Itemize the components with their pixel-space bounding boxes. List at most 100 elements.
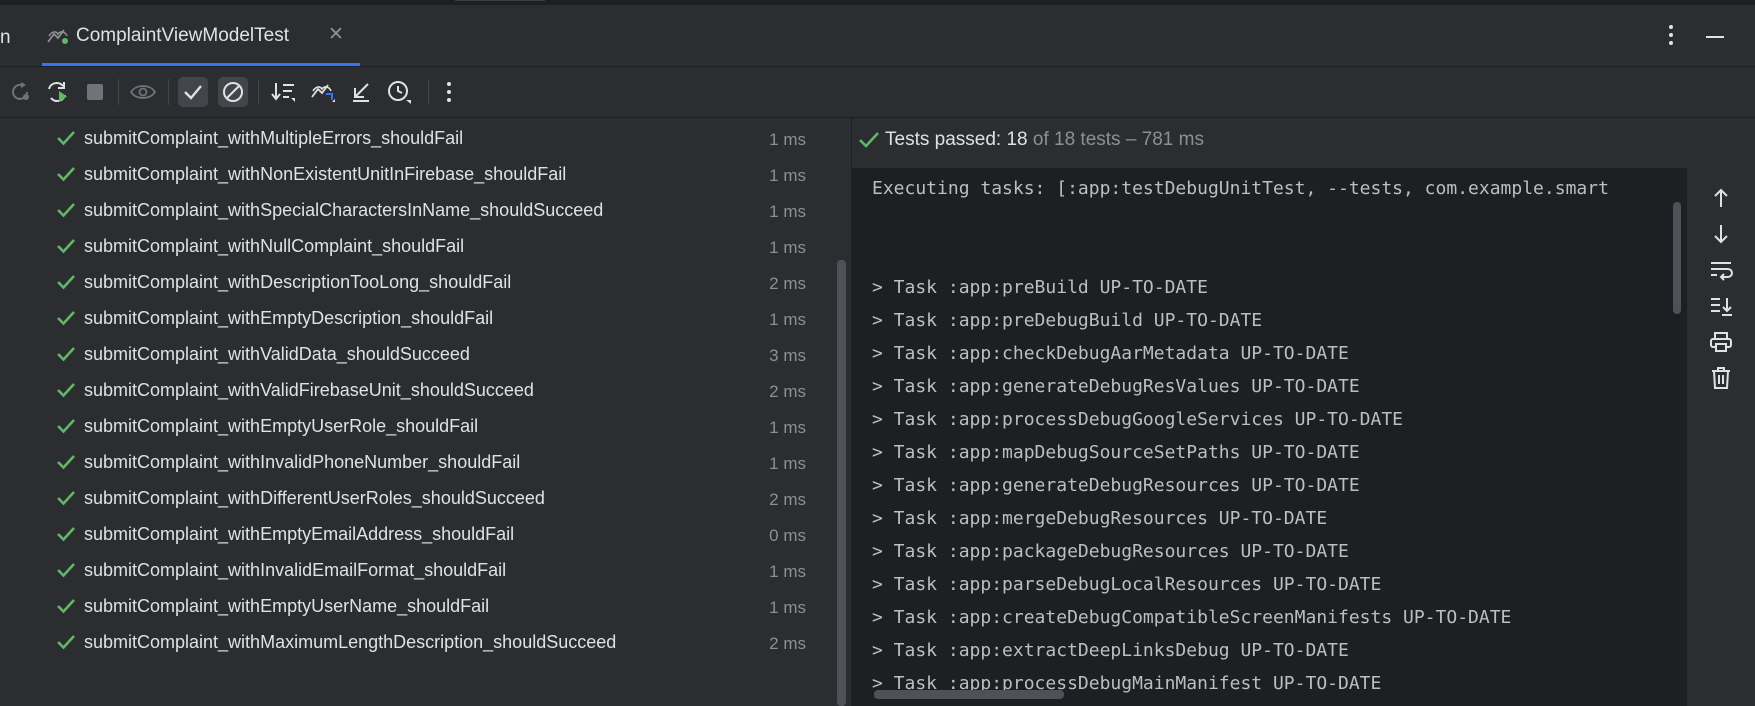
test-row[interactable]: submitComplaint_withEmptyUserRole_should… (0, 409, 840, 445)
scroll-to-end-icon[interactable] (1707, 292, 1735, 320)
console-line: > Task :app:preBuild UP-TO-DATE (872, 277, 1208, 298)
passed-check-icon (56, 309, 76, 332)
test-duration: 1 ms (769, 454, 806, 473)
print-icon[interactable] (1707, 328, 1735, 356)
test-row[interactable]: submitComplaint_withNonExistentUnitInFir… (0, 157, 840, 193)
test-name: submitComplaint_withEmptyDescription_sho… (84, 308, 494, 328)
console-line: > Task :app:preDebugBuild UP-TO-DATE (872, 310, 1263, 331)
history-icon[interactable] (384, 77, 414, 107)
tree-vertical-scrollbar[interactable] (837, 260, 846, 706)
passed-check-icon (56, 489, 76, 512)
test-name: submitComplaint_withSpecialCharactersInN… (84, 200, 604, 220)
console-vertical-scrollbar[interactable] (1673, 202, 1681, 314)
test-name: submitComplaint_withNonExistentUnitInFir… (84, 164, 567, 184)
test-row[interactable]: submitComplaint_withEmptyEmailAddress_sh… (0, 517, 840, 553)
passed-check-icon (56, 633, 76, 656)
minimize-icon[interactable] (1706, 36, 1724, 38)
soft-wrap-icon[interactable] (1707, 256, 1735, 284)
show-ignored-icon[interactable] (218, 77, 248, 107)
close-icon[interactable]: ✕ (328, 25, 344, 44)
test-row[interactable]: submitComplaint_withValidFirebaseUnit_sh… (0, 373, 840, 409)
test-row[interactable]: submitComplaint_withEmptyUserName_should… (0, 589, 840, 625)
test-row[interactable]: submitComplaint_withInvalidEmailFormat_s… (0, 553, 840, 589)
console-horizontal-scrollbar[interactable] (874, 690, 1064, 699)
test-name: submitComplaint_withDifferentUserRoles_s… (84, 488, 545, 508)
test-name: submitComplaint_withMultipleErrors_shoul… (84, 128, 464, 148)
test-row[interactable]: submitComplaint_withInvalidPhoneNumber_s… (0, 445, 840, 481)
console-line: > Task :app:extractDeepLinksDebug UP-TO-… (872, 640, 1349, 661)
partial-tab-label[interactable]: n (0, 27, 11, 49)
passed-check-icon (56, 417, 76, 440)
test-name: submitComplaint_withValidFirebaseUnit_sh… (84, 380, 534, 400)
test-duration: 1 ms (769, 238, 806, 257)
rerun-icon[interactable] (42, 77, 72, 107)
test-row[interactable]: submitComplaint_withNullComplaint_should… (0, 229, 840, 265)
test-name: submitComplaint_withValidData_shouldSucc… (84, 344, 470, 364)
console-line: > Task :app:packageDebugResources UP-TO-… (872, 541, 1349, 562)
passed-check-icon (858, 130, 880, 155)
more-icon[interactable] (434, 77, 464, 107)
test-name: submitComplaint_withEmptyUserName_should… (84, 596, 490, 616)
test-row[interactable]: submitComplaint_withSpecialCharactersInN… (0, 193, 840, 229)
eye-icon[interactable] (128, 77, 158, 107)
test-name: submitComplaint_withInvalidPhoneNumber_s… (84, 452, 521, 472)
test-summary-bar: Tests passed: 18 of 18 tests – 781 ms (852, 118, 1755, 168)
console-output[interactable]: Executing tasks: [:app:testDebugUnitTest… (852, 168, 1687, 706)
test-duration: 2 ms (769, 382, 806, 401)
test-duration: 1 ms (769, 202, 806, 221)
passed-check-icon (56, 345, 76, 368)
test-row[interactable]: submitComplaint_withMultipleErrors_shoul… (0, 121, 840, 157)
test-name: submitComplaint_withEmptyUserRole_should… (84, 416, 479, 436)
passed-check-icon (56, 453, 76, 476)
passed-check-icon (56, 237, 76, 260)
tool-window-tab-bar: n ComplaintViewModelTest ✕ (0, 5, 1755, 67)
passed-check-icon (56, 273, 76, 296)
show-passed-icon[interactable] (178, 77, 208, 107)
test-row[interactable]: submitComplaint_withEmptyDescription_sho… (0, 301, 840, 337)
test-row[interactable]: submitComplaint_withMaximumLengthDescrip… (0, 625, 840, 661)
console-line: > Task :app:processDebugGoogleServices U… (872, 409, 1404, 430)
test-results-tree: submitComplaint_withMultipleErrors_shoul… (0, 118, 851, 706)
console-line: > Task :app:createDebugCompatibleScreenM… (872, 607, 1512, 628)
stop-icon[interactable] (80, 77, 110, 107)
passed-check-icon (56, 129, 76, 152)
tab-title: ComplaintViewModelTest (76, 25, 289, 46)
console-line: > Task :app:mapDebugSourceSetPaths UP-TO… (872, 442, 1360, 463)
test-runner-toolbar (0, 67, 1755, 118)
test-name: submitComplaint_withInvalidEmailFormat_s… (84, 560, 507, 580)
clear-icon[interactable] (1707, 364, 1735, 392)
test-duration: 1 ms (769, 562, 806, 581)
more-options-icon[interactable] (1667, 22, 1675, 53)
test-name: submitComplaint_withMaximumLengthDescrip… (84, 632, 617, 652)
import-tests-icon[interactable] (308, 77, 338, 107)
test-name: submitComplaint_withEmptyEmailAddress_sh… (84, 524, 515, 544)
console-line: > Task :app:mergeDebugResources UP-TO-DA… (872, 508, 1328, 529)
passed-check-icon (56, 525, 76, 548)
test-duration: 1 ms (769, 130, 806, 149)
test-duration: 2 ms (769, 634, 806, 653)
console-line: > Task :app:generateDebugResources UP-TO… (872, 475, 1360, 496)
test-row[interactable]: submitComplaint_withDifferentUserRoles_s… (0, 481, 840, 517)
test-summary-text: Tests passed: 18 of 18 tests – 781 ms (885, 129, 1204, 151)
test-name: submitComplaint_withDescriptionTooLong_s… (84, 272, 512, 292)
test-duration: 1 ms (769, 598, 806, 617)
test-row[interactable]: submitComplaint_withDescriptionTooLong_s… (0, 265, 840, 301)
tests-passed-label: Tests passed: 18 (885, 129, 1028, 150)
console-line: > Task :app:checkDebugAarMetadata UP-TO-… (872, 343, 1349, 364)
tests-total-label: of 18 tests – 781 ms (1027, 129, 1204, 150)
console-line: Executing tasks: [:app:testDebugUnitTest… (872, 178, 1609, 199)
tab-complaint-view-model-test[interactable]: ComplaintViewModelTest ✕ (34, 5, 360, 66)
collapse-icon[interactable] (346, 77, 376, 107)
console-actions-bar (1687, 168, 1755, 706)
test-duration: 1 ms (769, 166, 806, 185)
scroll-down-icon[interactable] (1707, 220, 1735, 248)
rerun-failed-icon[interactable] (6, 77, 36, 107)
test-duration: 2 ms (769, 490, 806, 509)
passed-check-icon (56, 201, 76, 224)
passed-check-icon (56, 561, 76, 584)
test-duration: 0 ms (769, 526, 806, 545)
test-row[interactable]: submitComplaint_withValidData_shouldSucc… (0, 337, 840, 373)
test-duration: 2 ms (769, 274, 806, 293)
scroll-up-icon[interactable] (1707, 184, 1735, 212)
sort-icon[interactable] (268, 77, 298, 107)
